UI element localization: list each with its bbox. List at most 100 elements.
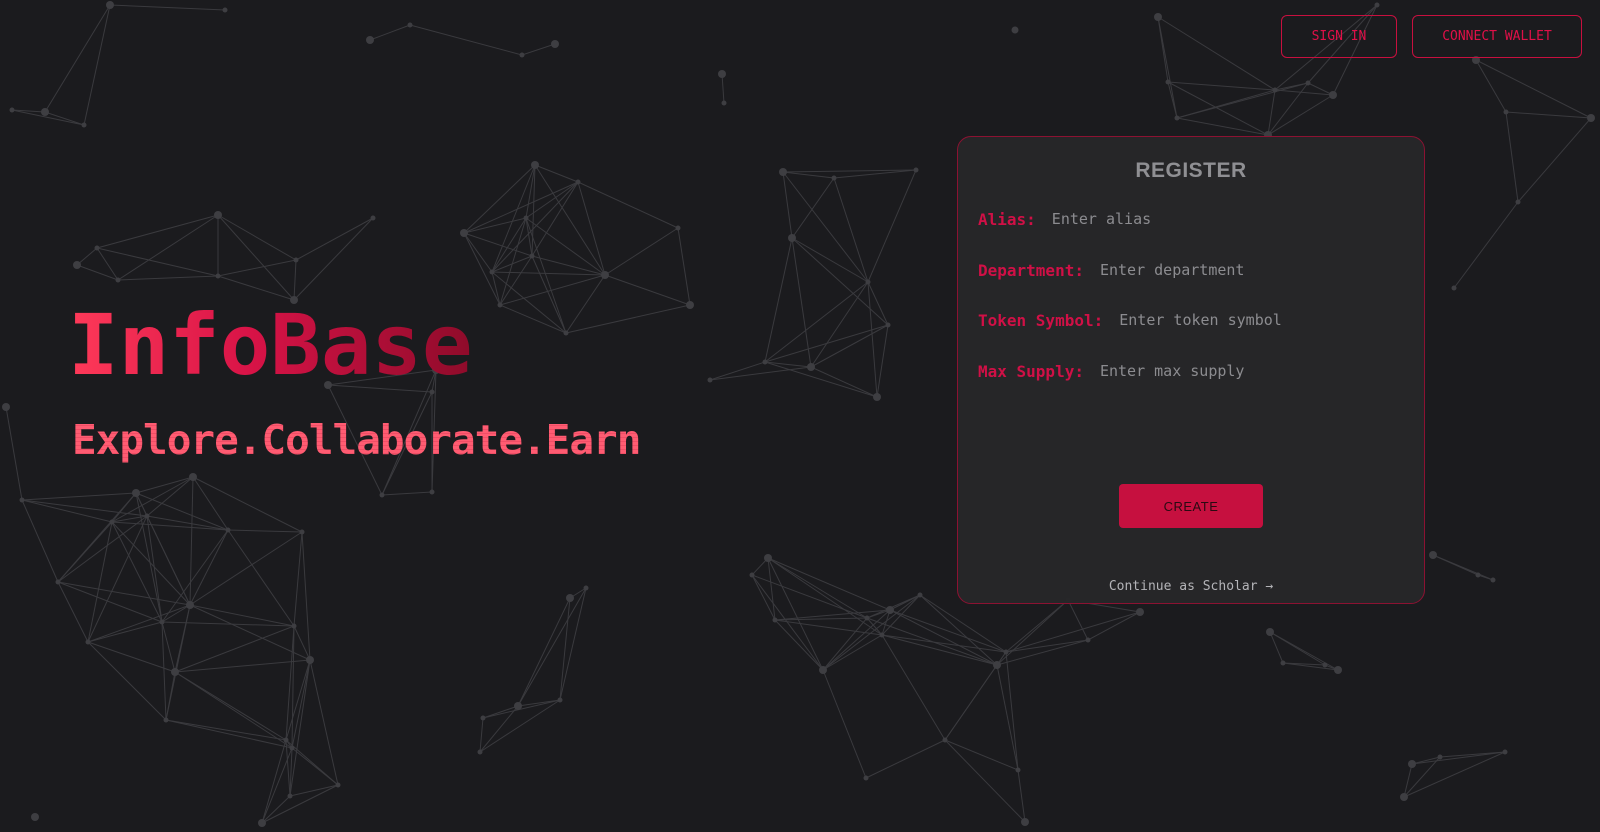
network-edge (944, 664, 998, 741)
network-edge (810, 366, 878, 398)
network-node (1011, 26, 1019, 34)
network-node (1587, 114, 1595, 122)
network-edge (525, 217, 533, 257)
network-node (287, 793, 293, 799)
network-edge (764, 281, 869, 363)
network-node (831, 175, 837, 181)
network-edge (1067, 599, 1089, 641)
network-node (370, 215, 376, 221)
network-node (557, 697, 563, 703)
network-node (222, 7, 228, 13)
network-node (335, 782, 341, 788)
network-edge (491, 217, 527, 273)
network-node (873, 393, 881, 401)
max-supply-input[interactable] (1099, 358, 1404, 384)
network-node (9, 107, 15, 113)
network-edge (764, 361, 878, 398)
network-node (1174, 115, 1180, 121)
network-node (293, 257, 299, 263)
network-edge (767, 557, 891, 611)
network-edge (531, 181, 579, 257)
network-node (109, 519, 115, 525)
network-node (283, 737, 289, 743)
create-button[interactable]: CREATE (1119, 484, 1263, 528)
network-edge (782, 171, 835, 179)
network-node (55, 579, 61, 585)
network-node (1429, 551, 1437, 559)
network-edge (83, 4, 111, 126)
network-node (764, 554, 772, 562)
network-edge (677, 227, 691, 306)
network-edge (577, 181, 606, 276)
network-node (807, 363, 815, 371)
network-node (429, 489, 435, 495)
network-node (519, 52, 525, 58)
network-edge (165, 719, 287, 741)
network-edge (87, 641, 176, 673)
network-edge (146, 515, 229, 531)
network-edge (881, 594, 921, 636)
network-node (489, 269, 495, 275)
department-input[interactable] (1099, 257, 1404, 283)
connect-wallet-button[interactable]: CONNECT WALLET (1412, 15, 1582, 58)
continue-as-scholar-link[interactable]: Continue as Scholar → (958, 579, 1424, 594)
network-node (94, 245, 100, 251)
network-edge (810, 281, 869, 368)
network-node (779, 168, 787, 176)
network-edge (491, 181, 579, 273)
network-edge (57, 521, 113, 583)
network-node (718, 70, 726, 78)
network-edge (293, 625, 311, 661)
network-node (993, 661, 1001, 669)
network-edge (117, 214, 219, 281)
network-node (85, 639, 91, 645)
network-node (407, 22, 413, 28)
sign-in-button[interactable]: SIGN IN (1281, 15, 1397, 58)
network-edge (565, 274, 606, 334)
network-edge (217, 259, 297, 277)
network-edge (285, 659, 311, 741)
network-edge (774, 619, 824, 671)
network-edge (881, 634, 998, 666)
network-edge (482, 699, 561, 719)
network-node (1502, 749, 1508, 755)
network-node (159, 619, 165, 625)
network-edge (96, 214, 219, 249)
network-node (563, 330, 569, 336)
network-edge (534, 164, 579, 183)
network-node (19, 497, 25, 503)
network-edge (517, 587, 587, 707)
network-edge (463, 217, 527, 234)
network-node (306, 656, 314, 664)
network-edge (1087, 611, 1141, 641)
network-edge (96, 247, 219, 277)
network-edge (293, 217, 374, 301)
network-node (1322, 662, 1328, 668)
network-node (186, 601, 194, 609)
network-node (1165, 79, 1171, 85)
network-edge (301, 531, 311, 661)
network-node (1408, 760, 1416, 768)
network-node (879, 632, 885, 638)
network-node (1515, 199, 1521, 205)
network-node (1374, 2, 1380, 8)
network-edge (174, 671, 293, 749)
network-edge (521, 43, 556, 56)
network-edge (135, 492, 163, 623)
network-node (2, 403, 10, 411)
network-node (566, 594, 574, 602)
network-edge (44, 4, 111, 113)
network-node (601, 271, 609, 279)
network-edge (1269, 631, 1284, 664)
network-edge (791, 177, 835, 239)
network-node (531, 161, 539, 169)
token-symbol-input[interactable] (1119, 307, 1404, 333)
network-edge (87, 604, 191, 643)
alias-input[interactable] (1051, 206, 1404, 232)
network-node (864, 615, 870, 621)
network-edge (21, 499, 113, 523)
network-edge (57, 581, 191, 606)
network-edge (499, 304, 567, 334)
network-edge (559, 597, 571, 701)
network-node (1015, 767, 1021, 773)
